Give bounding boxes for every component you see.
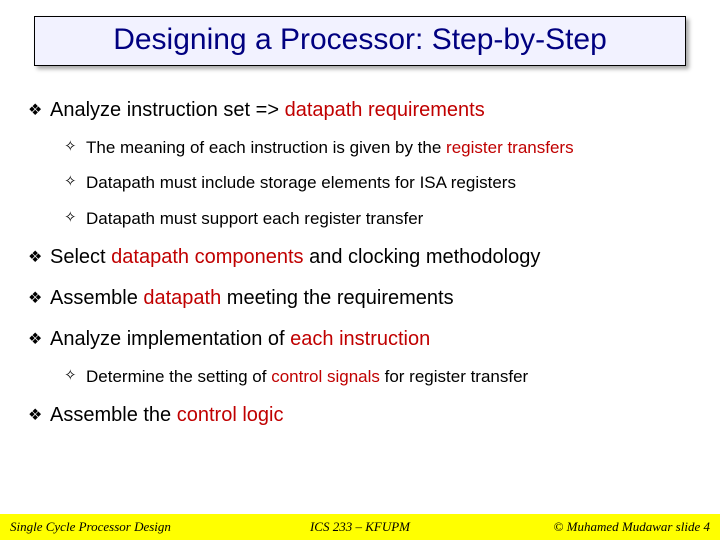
bullet-analyze-implementation: ❖ Analyze implementation of each instruc… [28, 327, 692, 352]
diamond-open-icon: ✧ [64, 137, 86, 157]
bullet-text: Analyze implementation of each instructi… [50, 327, 430, 352]
diamond-open-icon: ✧ [64, 208, 86, 228]
text-fragment: and clocking methodology [304, 246, 541, 268]
bullet-text: Assemble the control logic [50, 403, 283, 428]
bullet-assemble-datapath: ❖ Assemble datapath meeting the requirem… [28, 286, 692, 311]
diamond-filled-icon: ❖ [28, 286, 50, 309]
text-fragment: Assemble [50, 287, 143, 309]
slide-footer: Single Cycle Processor Design ICS 233 – … [0, 514, 720, 540]
diamond-filled-icon: ❖ [28, 245, 50, 268]
subbullet-support-transfer: ✧ Datapath must support each register tr… [64, 208, 692, 229]
text-fragment: Select [50, 246, 111, 268]
text-fragment: The meaning of each instruction is given… [86, 138, 446, 157]
bullet-analyze-instruction-set: ❖ Analyze instruction set => datapath re… [28, 98, 692, 123]
text-fragment: Analyze instruction set => [50, 99, 285, 121]
bullet-text: Assemble datapath meeting the requiremen… [50, 286, 454, 311]
text-fragment: for register transfer [380, 367, 528, 386]
subbullet-storage-elements: ✧ Datapath must include storage elements… [64, 172, 692, 193]
text-fragment: Determine the setting of [86, 367, 271, 386]
text-fragment: meeting the requirements [221, 287, 453, 309]
text-highlight: datapath requirements [285, 99, 485, 121]
text-highlight: each instruction [290, 328, 430, 350]
footer-right: © Muhamed Mudawar slide 4 [477, 519, 720, 535]
text-fragment: Assemble the [50, 404, 177, 426]
slide-body: ❖ Analyze instruction set => datapath re… [0, 66, 720, 428]
footer-left: Single Cycle Processor Design [0, 519, 243, 535]
bullet-text: The meaning of each instruction is given… [86, 137, 574, 158]
diamond-open-icon: ✧ [64, 366, 86, 386]
bullet-select-components: ❖ Select datapath components and clockin… [28, 245, 692, 270]
text-highlight: datapath components [111, 246, 303, 268]
subbullet-register-transfers: ✧ The meaning of each instruction is giv… [64, 137, 692, 158]
bullet-text: Determine the setting of control signals… [86, 366, 528, 387]
bullet-assemble-control-logic: ❖ Assemble the control logic [28, 403, 692, 428]
bullet-text: Datapath must support each register tran… [86, 208, 423, 229]
bullet-text: Datapath must include storage elements f… [86, 172, 516, 193]
text-highlight: control signals [271, 367, 380, 386]
bullet-text: Select datapath components and clocking … [50, 245, 540, 270]
text-highlight: register transfers [446, 138, 574, 157]
bullet-text: Analyze instruction set => datapath requ… [50, 98, 485, 123]
diamond-filled-icon: ❖ [28, 403, 50, 426]
footer-center: ICS 233 – KFUPM [243, 519, 476, 535]
subbullet-control-signals: ✧ Determine the setting of control signa… [64, 366, 692, 387]
slide: Designing a Processor: Step-by-Step ❖ An… [0, 0, 720, 540]
diamond-filled-icon: ❖ [28, 327, 50, 350]
text-fragment: Analyze implementation of [50, 328, 290, 350]
diamond-open-icon: ✧ [64, 172, 86, 192]
diamond-filled-icon: ❖ [28, 98, 50, 121]
text-highlight: datapath [143, 287, 221, 309]
slide-title: Designing a Processor: Step-by-Step [34, 16, 686, 66]
text-highlight: control logic [177, 404, 284, 426]
